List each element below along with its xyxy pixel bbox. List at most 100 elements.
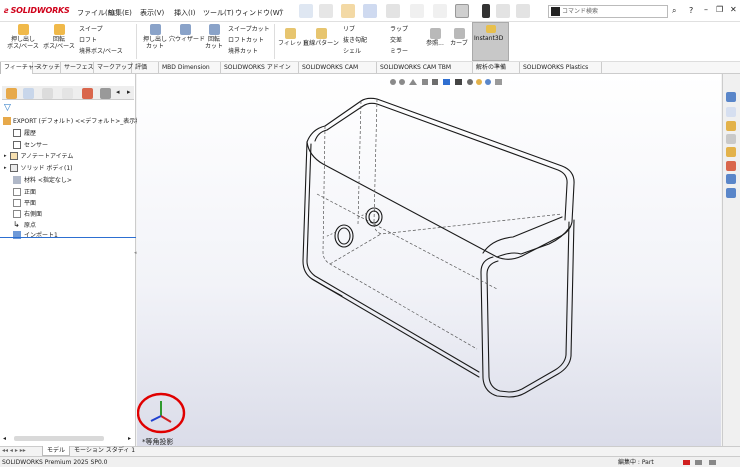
hole-wizard-button[interactable]: 穴ウィザード <box>169 24 205 43</box>
linear-pattern-button[interactable]: 直線パターン <box>303 28 339 47</box>
tab-sketch[interactable]: スケッチ <box>33 62 61 74</box>
undo-icon[interactable] <box>410 4 424 18</box>
revolve-boss-button[interactable]: 回転 ボス/ベース <box>42 24 76 50</box>
tab-model[interactable]: モデル <box>42 446 71 456</box>
design-library-icon[interactable] <box>726 107 736 117</box>
file-explorer-icon[interactable] <box>726 121 736 131</box>
mirror-button[interactable]: ミラー <box>390 47 408 55</box>
tab-mbd-dimension[interactable]: MBD Dimension <box>159 62 221 74</box>
tree-item-front-plane[interactable]: 正面 <box>13 187 36 196</box>
save-icon[interactable] <box>363 4 377 18</box>
scroll-right-icon[interactable]: ▸ <box>128 435 131 442</box>
tab-solidworks-addins[interactable]: SOLIDWORKS アドイン <box>221 62 299 74</box>
property-manager-tab-icon[interactable] <box>23 88 34 99</box>
rib-button[interactable]: リブ <box>343 25 355 33</box>
tab-evaluate[interactable]: 評価 <box>132 62 159 74</box>
swept-cut-button[interactable]: スイープカット <box>228 25 270 33</box>
units-icon[interactable] <box>695 460 702 465</box>
restore-icon[interactable]: ❐ <box>716 5 723 14</box>
tree-item-top-plane[interactable]: 平面 <box>13 198 36 207</box>
lofted-cut-button[interactable]: ロフトカット <box>228 36 264 44</box>
expand-arrow-icon[interactable]: ▸ <box>4 153 7 159</box>
print-icon[interactable] <box>386 4 400 18</box>
boundary-cut-button[interactable]: 境界カット <box>228 47 258 55</box>
pin-icon[interactable]: ⌖ <box>279 6 284 16</box>
redo-icon[interactable] <box>433 4 447 18</box>
draft-button[interactable]: 抜き勾配 <box>343 36 367 44</box>
intersect-button[interactable]: 交差 <box>390 36 402 44</box>
quick-tips-icon[interactable] <box>709 460 716 465</box>
horizontal-scrollbar[interactable] <box>14 436 104 441</box>
extrude-cut-button[interactable]: 押し出し カット <box>140 24 170 50</box>
tab-nav-icons[interactable]: ◂◂ ◂ ▸ ▸▸ <box>2 447 26 454</box>
wrap-button[interactable]: ラップ <box>390 25 408 33</box>
boundary-boss-button[interactable]: 境界ボス/ベース <box>79 47 123 55</box>
tab-solidworks-plastics[interactable]: SOLIDWORKS Plastics <box>520 62 602 74</box>
configuration-manager-tab-icon[interactable] <box>42 88 53 99</box>
tab-simulation-prep[interactable]: 解析の準備 <box>473 62 520 74</box>
file-properties-icon[interactable] <box>496 4 510 18</box>
tree-item-origin[interactable]: ↳ 原点 <box>13 220 36 229</box>
menu-view[interactable]: 表示(V) <box>140 8 164 18</box>
linear-pattern-icon <box>315 28 327 39</box>
tree-item-history[interactable]: 履歴 <box>13 128 36 137</box>
solidworks-forum-icon[interactable] <box>726 174 736 184</box>
display-manager-tab-icon[interactable] <box>82 88 93 99</box>
fillet-button[interactable]: フィレット <box>278 28 308 47</box>
curves-button[interactable]: カーブ <box>449 28 469 47</box>
minimize-icon[interactable]: – <box>704 5 708 14</box>
tab-surfaces[interactable]: サーフェス <box>61 62 94 74</box>
new-document-icon[interactable] <box>319 4 333 18</box>
tree-item-annotations[interactable]: ▸ アノテートアイテム <box>4 151 73 160</box>
menu-window[interactable]: ウィンドウ(W) <box>235 8 282 18</box>
cam-tab-icon[interactable] <box>100 88 111 99</box>
appearances-icon[interactable] <box>726 147 736 157</box>
3dexperience-icon[interactable] <box>726 188 736 198</box>
close-icon[interactable]: ✕ <box>730 5 737 14</box>
solidworks-resources-icon[interactable] <box>726 92 736 102</box>
tab-markup[interactable]: マークアップ <box>94 62 133 74</box>
boundary-cut-label: 境界カット <box>228 48 259 55</box>
view-palette-icon[interactable] <box>726 134 736 144</box>
command-search-input[interactable]: コマンド検索 <box>548 5 668 18</box>
loft-button[interactable]: ロフト <box>79 36 97 44</box>
scroll-left-icon[interactable]: ◂ <box>3 435 6 442</box>
feature-manager-tab-icon[interactable] <box>6 88 17 99</box>
extrude-boss-button[interactable]: 押し出し ボス/ベース <box>6 24 40 50</box>
shell-button[interactable]: シェル <box>343 47 361 55</box>
sweep-button[interactable]: スイープ <box>79 25 103 33</box>
status-editing: 編集中 : Part <box>618 459 654 466</box>
tab-features[interactable]: フィーチャー <box>0 62 40 74</box>
solid-body-icon <box>9 163 18 172</box>
rebuild-icon[interactable] <box>482 4 490 18</box>
tree-item-solid-bodies[interactable]: ▸ ソリッド ボディ(1) <box>4 163 73 172</box>
rebuild-status-icon[interactable] <box>683 460 690 465</box>
filter-icon[interactable]: ▽ <box>4 103 11 113</box>
select-pointer-icon[interactable] <box>455 4 469 18</box>
solidworks-logo[interactable]: ƨ SOLIDWORKS <box>4 6 70 15</box>
tree-root[interactable]: EXPORT (デフォルト) <<デフォルト>_表示状 <box>3 116 141 125</box>
expand-arrow-icon[interactable]: ▸ <box>4 165 7 171</box>
rollback-bar[interactable] <box>0 237 136 238</box>
home-icon[interactable] <box>299 4 313 18</box>
pane-scroll-left-icon[interactable]: ◂ <box>116 88 120 96</box>
revolve-cut-button[interactable]: 回転 カット <box>203 24 225 50</box>
part-model[interactable] <box>137 74 721 456</box>
pane-scroll-right-icon[interactable]: ▸ <box>127 88 131 96</box>
tree-item-right-plane[interactable]: 右側面 <box>13 209 42 218</box>
dimxpert-tab-icon[interactable] <box>62 88 73 99</box>
options-gear-icon[interactable] <box>516 4 530 18</box>
tree-item-sensors[interactable]: センサー <box>13 140 48 149</box>
tab-motion-study-1[interactable]: モーション スタディ 1 <box>70 446 139 456</box>
open-folder-icon[interactable] <box>341 4 355 18</box>
menu-insert[interactable]: 挿入(I) <box>174 8 196 18</box>
tab-solidworks-cam-tbm[interactable]: SOLIDWORKS CAM TBM <box>377 62 473 74</box>
custom-properties-icon[interactable] <box>726 161 736 171</box>
help-icon[interactable]: ? <box>689 6 693 15</box>
tree-item-material[interactable]: 材料 <指定なし> <box>13 175 72 184</box>
search-icon[interactable]: ⌕ <box>672 6 676 16</box>
menu-tools[interactable]: ツール(T) <box>203 8 234 18</box>
menu-edit[interactable]: 編集(E) <box>108 8 132 18</box>
reference-geometry-button[interactable]: 参照... <box>424 28 446 47</box>
tab-solidworks-cam[interactable]: SOLIDWORKS CAM <box>299 62 377 74</box>
